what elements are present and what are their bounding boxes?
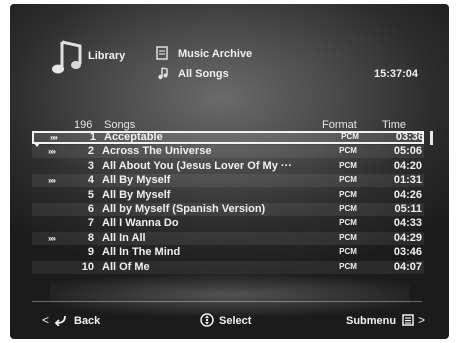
song-time: 03:46 <box>393 246 422 259</box>
song-time: 05:06 <box>393 145 422 158</box>
song-row[interactable]: 5 All By Myself PCM 04:26 <box>32 189 424 202</box>
column-header-time: Time <box>382 119 407 131</box>
song-time: 04:29 <box>393 231 422 244</box>
music-note-icon <box>52 40 82 74</box>
column-header-songs: Songs <box>104 119 136 131</box>
submenu-icon[interactable] <box>402 314 414 326</box>
song-row[interactable]: »» 1 Acceptable PCM 03:36 <box>32 131 424 144</box>
song-title: Acceptable <box>104 131 163 143</box>
song-format: PCM <box>341 132 359 141</box>
song-time: 04:07 <box>393 260 422 273</box>
song-number: 10 <box>81 260 94 273</box>
song-title: All By Myself <box>102 174 171 187</box>
song-row[interactable]: »» 8 All In All PCM 04:29 <box>32 231 424 245</box>
song-row[interactable]: 7 All I Wanna Do PCM 04:33 <box>32 217 424 230</box>
scrollbar[interactable] <box>430 131 433 145</box>
song-row[interactable]: »» 2 Across The Universe PCM 05:06 <box>32 145 424 159</box>
song-list: »» 1 Acceptable PCM 03:36 »» 2 Across The Unive… <box>32 131 424 275</box>
song-format: PCM <box>339 160 357 170</box>
song-number: 7 <box>87 217 94 230</box>
back-arrow-icon[interactable] <box>54 313 68 326</box>
song-number: 4 <box>87 174 94 187</box>
play-marker-icon: »» <box>50 133 58 142</box>
submenu-button[interactable]: Submenu <box>346 315 396 327</box>
music-archive-label: Music Archive <box>178 48 253 60</box>
song-row[interactable]: 9 All In The Mind PCM 03:46 <box>32 246 424 259</box>
music-archive-icon <box>156 46 168 60</box>
select-dpad-icon[interactable] <box>200 313 214 327</box>
song-format: PCM <box>339 189 357 199</box>
song-time: 03:36 <box>395 131 424 143</box>
song-row[interactable]: 3 All About You (Jesus Lover Of My ··· PCM… <box>32 160 424 173</box>
song-format: PCM <box>339 175 357 185</box>
back-button[interactable]: Back <box>74 315 100 327</box>
song-title: All I Wanna Do <box>102 217 179 230</box>
song-row[interactable]: 6 All by Myself (Spanish Version) PCM 05:11 <box>32 203 424 216</box>
all-songs-label: All Songs <box>178 68 229 80</box>
song-count: 196 <box>74 119 93 131</box>
select-button[interactable]: Select <box>219 315 251 327</box>
song-number: 5 <box>87 188 94 201</box>
song-title: Across The Universe <box>102 145 212 158</box>
song-row[interactable]: 10 All Of Me PCM 04:07 <box>32 260 424 274</box>
song-number: 2 <box>87 145 94 158</box>
song-time: 04:33 <box>393 217 422 230</box>
song-number: 9 <box>87 246 94 259</box>
song-time: 05:11 <box>394 203 422 215</box>
play-marker-icon: »» <box>48 176 56 186</box>
footer-divider <box>32 301 422 302</box>
song-number: 6 <box>87 203 94 215</box>
song-row[interactable]: »» 4 All By Myself PCM 01:31 <box>32 174 424 188</box>
back-chevron-icon[interactable]: < <box>42 313 49 327</box>
column-header-format: Format <box>322 119 357 131</box>
song-format: PCM <box>339 204 357 213</box>
song-title: All About You (Jesus Lover Of My ··· <box>102 159 292 172</box>
song-time: 01:31 <box>393 174 422 187</box>
song-format: PCM <box>339 247 357 257</box>
song-time: 04:26 <box>393 188 422 201</box>
all-songs-icon <box>158 67 168 80</box>
song-title: All In The Mind <box>102 246 181 259</box>
library-label: Library <box>88 50 126 62</box>
clock: 15:37:04 <box>374 68 419 80</box>
song-format: PCM <box>339 261 357 271</box>
song-format: PCM <box>339 232 357 242</box>
song-title: All by Myself (Spanish Version) <box>102 203 266 215</box>
song-title: All Of Me <box>102 260 150 273</box>
song-title: All By Myself <box>102 188 171 201</box>
focus-cursor-icon <box>33 142 41 147</box>
decorative-glow <box>50 272 410 318</box>
play-marker-icon: »» <box>48 233 56 243</box>
song-time: 04:20 <box>393 159 422 172</box>
song-format: PCM <box>339 146 357 156</box>
song-number: 3 <box>87 159 94 172</box>
song-number: 1 <box>89 131 96 143</box>
screen: Library Music Archive All Songs 15:37:04… <box>0 0 459 343</box>
submenu-chevron-icon[interactable]: > <box>418 313 425 327</box>
song-number: 8 <box>87 231 94 244</box>
play-marker-icon: »» <box>48 147 56 157</box>
song-format: PCM <box>339 218 357 228</box>
song-title: All In All <box>102 231 146 244</box>
